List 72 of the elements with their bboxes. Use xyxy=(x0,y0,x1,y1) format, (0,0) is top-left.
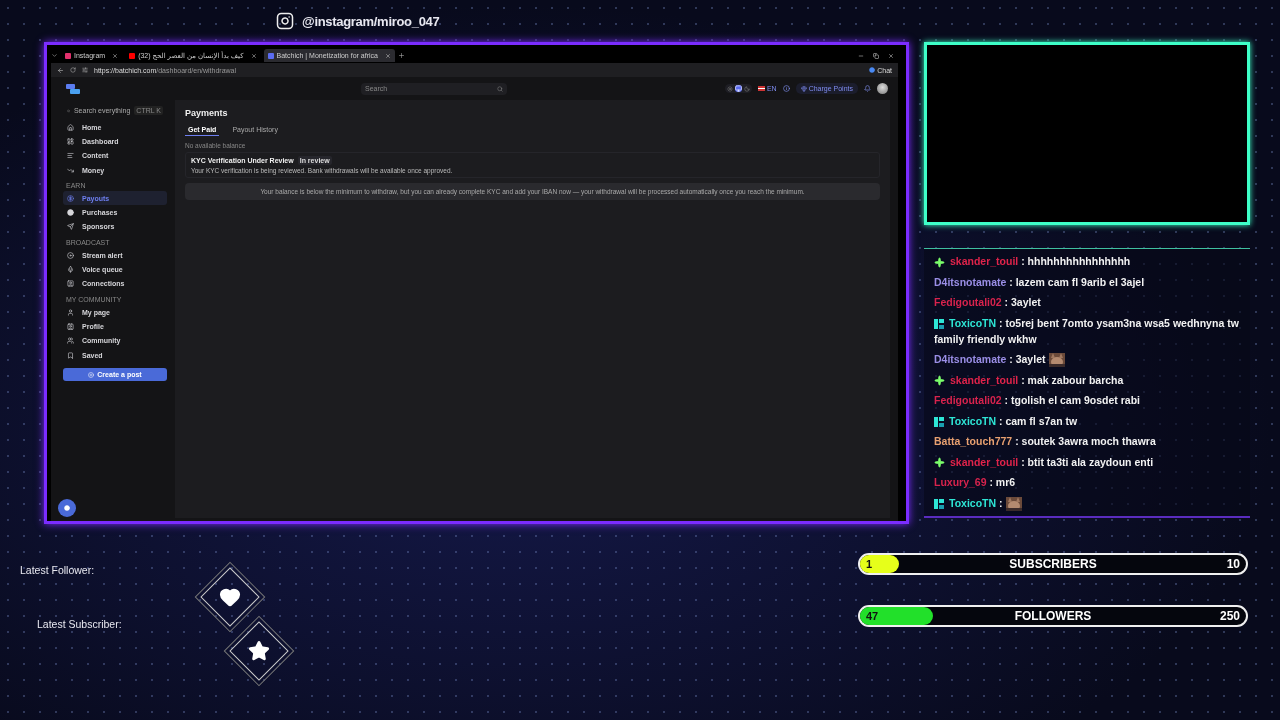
page-title: Payments xyxy=(185,108,229,118)
close-icon[interactable] xyxy=(888,52,894,59)
new-tab-icon[interactable] xyxy=(397,52,405,59)
chat-message: D4itsnotamate : lazem cam fl 9arib el 3ajel xyxy=(934,274,1146,290)
close-icon[interactable] xyxy=(250,52,257,59)
sparkle-icon xyxy=(934,375,945,387)
tab-favicon-icon xyxy=(129,52,136,59)
badge-icon xyxy=(934,416,944,427)
gem-icon xyxy=(800,85,807,92)
disc-icon xyxy=(67,251,74,259)
monitor-icon xyxy=(734,85,742,92)
circle-icon xyxy=(67,209,74,217)
goal-target: 10 xyxy=(1225,557,1240,571)
send-icon xyxy=(67,223,74,231)
latest-follower-label: Latest Follower: xyxy=(20,564,95,576)
chat-message: ToxicoTN : cam fl s7an tw xyxy=(934,412,1244,429)
theme-toggle[interactable] xyxy=(724,84,752,93)
chat-message: Fedigoutali02 : 3aylet xyxy=(934,295,1042,310)
latest-subscriber-label: Latest Subscriber: xyxy=(37,618,122,630)
contact-icon xyxy=(67,322,74,330)
moon-icon xyxy=(743,85,750,92)
back-icon[interactable] xyxy=(57,66,64,74)
reload-icon[interactable] xyxy=(70,67,76,73)
chat-message: Batta_touch777 : soutek 3awra moch thawra xyxy=(934,434,1157,450)
sparkle-icon xyxy=(934,457,945,469)
user-card-icon xyxy=(67,280,74,288)
user-avatar[interactable] xyxy=(877,83,888,94)
user-icon xyxy=(67,308,74,316)
chat-message: skander_touil : btit ta3ti ala zaydoun enti xyxy=(934,453,1244,470)
microphone-icon xyxy=(67,266,74,273)
tab-favicon-icon xyxy=(267,52,274,59)
goal-target: 250 xyxy=(1218,609,1240,623)
heart-icon xyxy=(219,586,241,608)
social-handle: @instagram/miroo_047 xyxy=(302,13,440,29)
home-icon xyxy=(67,123,74,131)
star-icon xyxy=(248,640,270,662)
chat-message: Fedigoutali02 : tgolish el cam 9osdet rabi xyxy=(934,393,1141,409)
goal-label: FOLLOWERS xyxy=(1013,609,1093,623)
sparkle-icon xyxy=(934,256,945,268)
info-icon[interactable] xyxy=(782,85,790,92)
help-button[interactable] xyxy=(58,499,76,517)
search-icon xyxy=(497,85,503,92)
badge-icon xyxy=(934,318,944,329)
bookmark-icon xyxy=(67,351,74,359)
dot-icon xyxy=(869,67,876,73)
goal-current: 1 xyxy=(866,558,874,570)
chat-message: Luxury_69 : mr6 xyxy=(934,475,1017,491)
chat-message: skander_touil : hhhhhhhhhhhhhhhh xyxy=(934,253,1244,269)
chat-message: ToxicoTN : xyxy=(934,494,1244,511)
users-icon xyxy=(67,337,74,345)
chart-icon xyxy=(67,166,74,174)
site-info-icon[interactable] xyxy=(82,67,88,73)
goal-label: SUBSCRIBERS xyxy=(1008,557,1098,571)
chat-message: skander_touil : mak zabour barcha xyxy=(934,371,1244,388)
close-icon[interactable] xyxy=(112,52,119,59)
chat-message: ToxicoTN : to5rej bent 7omto ysam3na wsa5 wedhnyna tw family friendly wkhw xyxy=(934,315,1240,347)
lines-icon xyxy=(67,152,74,160)
plus-icon xyxy=(88,371,95,378)
tab-favicon-icon xyxy=(65,52,71,59)
dot-icon xyxy=(64,505,70,511)
restore-icon[interactable] xyxy=(873,52,879,59)
sun-icon xyxy=(726,85,733,92)
dashboard-icon xyxy=(67,137,74,145)
tab-list-icon[interactable] xyxy=(51,52,58,59)
logo-icon[interactable] xyxy=(65,82,81,95)
bell-icon[interactable] xyxy=(864,85,871,92)
dollar-icon xyxy=(67,194,74,202)
badge-icon xyxy=(934,498,944,509)
instagram-icon xyxy=(276,12,294,30)
goal-current: 47 xyxy=(866,610,880,622)
close-icon[interactable] xyxy=(384,52,391,59)
chat-message: D4itsnotamate : 3aylet xyxy=(934,351,1244,368)
